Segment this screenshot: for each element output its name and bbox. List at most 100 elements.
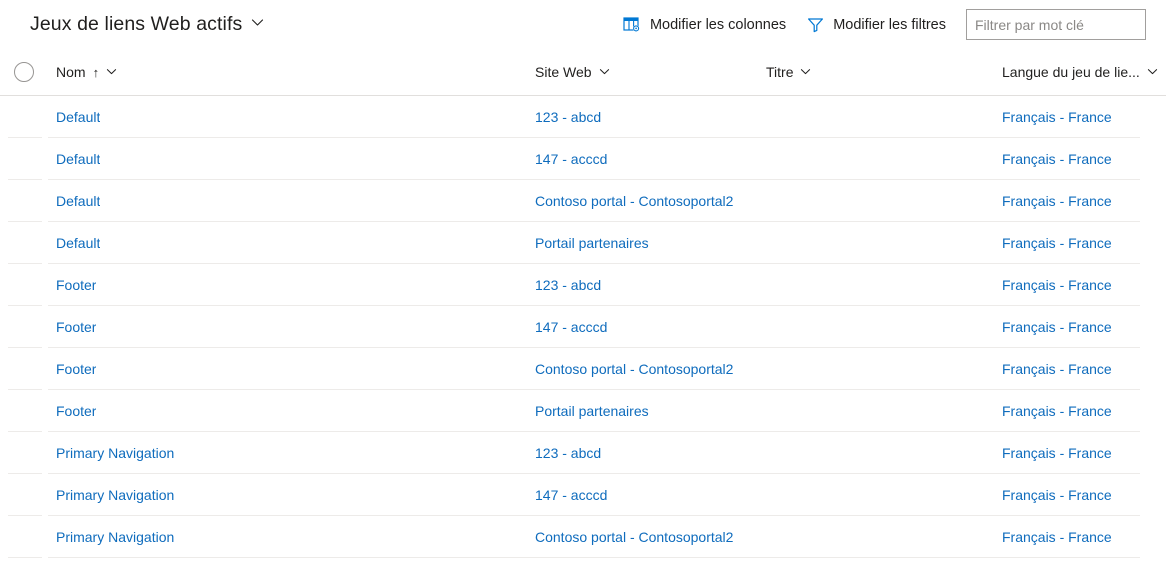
cell-nom-link[interactable]: Footer [56,403,96,419]
cell-langue: Français - France [994,432,1166,474]
cell-site-web-link[interactable]: 123 - abcd [535,109,601,125]
cell-nom-link[interactable]: Default [56,235,100,251]
table-row[interactable]: Default Portail partenaires Français - Fra… [0,222,1166,264]
column-header-langue-label: Langue du jeu de lie... [1002,64,1140,80]
cell-langue-link[interactable]: Français - France [1002,445,1112,461]
cell-nom: Default [48,96,527,138]
edit-columns-button[interactable]: Modifier les colonnes [613,6,796,44]
cell-site-web-link[interactable]: Contoso portal - Contosoportal2 [535,529,733,545]
cell-site-web-link[interactable]: Portail partenaires [535,235,649,251]
cell-site-web-link[interactable]: 147 - acccd [535,487,607,503]
page-title: Jeux de liens Web actifs [30,13,243,35]
edit-filters-button[interactable]: Modifier les filtres [796,6,956,44]
cell-nom-link[interactable]: Default [56,109,100,125]
cell-nom-link[interactable]: Default [56,151,100,167]
cell-langue-link[interactable]: Français - France [1002,361,1112,377]
table-row[interactable]: Footer Portail partenaires Français - Fran… [0,390,1166,432]
column-header-titre-label: Titre [766,64,794,80]
search-input[interactable] [966,9,1146,40]
cell-langue: Français - France [994,306,1166,348]
command-toolbar: Modifier les colonnes Modifier les filtr… [613,6,1154,44]
cell-titre [758,180,994,222]
table-row[interactable]: Default Contoso portal - Contosoportal2 Fr… [0,180,1166,222]
cell-langue: Français - France [994,348,1166,390]
cell-nom: Primary Navigation [48,474,527,516]
chevron-down-icon[interactable] [800,64,811,80]
cell-site-web: Contoso portal - Contosoportal2 [527,348,758,390]
column-header-titre[interactable]: Titre [758,49,994,95]
cell-langue: Français - France [994,390,1166,432]
cell-titre [758,516,994,558]
grid-body: Default 123 - abcd Français - France Defaul… [0,96,1166,558]
table-row[interactable]: Primary Navigation Contoso portal - Conto… [0,516,1166,558]
cell-nom: Primary Navigation [48,432,527,474]
cell-langue-link[interactable]: Français - France [1002,277,1112,293]
column-header-nom-label: Nom [56,64,86,80]
cell-nom: Footer [48,306,527,348]
cell-langue: Français - France [994,180,1166,222]
cell-nom: Footer [48,348,527,390]
cell-langue-link[interactable]: Français - France [1002,529,1112,545]
cell-titre [758,138,994,180]
sort-ascending-arrow: ↑ [92,64,100,80]
cell-titre [758,390,994,432]
cell-nom-link[interactable]: Footer [56,361,96,377]
table-row[interactable]: Primary Navigation 147 - acccd Français - … [0,474,1166,516]
table-row[interactable]: Default 147 - acccd Français - France [0,138,1166,180]
table-row[interactable]: Footer Contoso portal - Contosoportal2 Fra… [0,348,1166,390]
cell-site-web-link[interactable]: Contoso portal - Contosoportal2 [535,361,733,377]
cell-langue-link[interactable]: Français - France [1002,109,1112,125]
table-row[interactable]: Footer 147 - acccd Français - France [0,306,1166,348]
table-row[interactable]: Default 123 - abcd Français - France [0,96,1166,138]
page-title-dropdown[interactable]: Jeux de liens Web actifs [30,13,264,36]
column-header-site-web-label: Site Web [535,64,592,80]
cell-titre [758,348,994,390]
chevron-down-icon[interactable] [1147,64,1158,80]
cell-titre [758,474,994,516]
cell-langue-link[interactable]: Français - France [1002,319,1112,335]
cell-site-web: Contoso portal - Contosoportal2 [527,180,758,222]
cell-site-web: 123 - abcd [527,432,758,474]
cell-langue-link[interactable]: Français - France [1002,151,1112,167]
table-row[interactable]: Footer 123 - abcd Français - France [0,264,1166,306]
cell-titre [758,264,994,306]
select-all-cell [0,62,48,82]
cell-nom-link[interactable]: Default [56,193,100,209]
cell-site-web: 147 - acccd [527,474,758,516]
column-header-langue[interactable]: Langue du jeu de lie... [994,49,1166,95]
column-header-nom[interactable]: Nom ↑ [48,49,527,95]
chevron-down-icon[interactable] [106,64,117,80]
cell-nom: Footer [48,264,527,306]
cell-nom-link[interactable]: Primary Navigation [56,445,174,461]
select-all-circle-icon[interactable] [14,62,34,82]
cell-site-web: 147 - acccd [527,138,758,180]
cell-langue-link[interactable]: Français - France [1002,235,1112,251]
cell-site-web-link[interactable]: 147 - acccd [535,151,607,167]
edit-columns-label: Modifier les colonnes [649,16,787,33]
cell-site-web: 123 - abcd [527,96,758,138]
cell-langue-link[interactable]: Français - France [1002,193,1112,209]
edit-filters-label: Modifier les filtres [833,16,946,33]
grid-header-row: Nom ↑ Site Web Titre Langue du jeu de li… [0,49,1166,96]
search-box[interactable] [966,9,1146,40]
cell-site-web-link[interactable]: Portail partenaires [535,403,649,419]
cell-titre [758,306,994,348]
cell-nom-link[interactable]: Footer [56,319,96,335]
cell-site-web-link[interactable]: 123 - abcd [535,277,601,293]
cell-nom-link[interactable]: Primary Navigation [56,529,174,545]
cell-titre [758,222,994,264]
cell-nom-link[interactable]: Footer [56,277,96,293]
cell-site-web: Portail partenaires [527,222,758,264]
table-row[interactable]: Primary Navigation 123 - abcd Français - F… [0,432,1166,474]
cell-langue-link[interactable]: Français - France [1002,487,1112,503]
filter-icon [806,16,824,34]
cell-site-web-link[interactable]: 123 - abcd [535,445,601,461]
cell-nom-link[interactable]: Primary Navigation [56,487,174,503]
chevron-down-icon[interactable] [599,64,610,80]
cell-site-web-link[interactable]: 147 - acccd [535,319,607,335]
column-header-site-web[interactable]: Site Web [527,49,758,95]
cell-langue-link[interactable]: Français - France [1002,403,1112,419]
cell-langue: Français - France [994,96,1166,138]
chevron-down-icon[interactable] [251,16,264,34]
cell-site-web-link[interactable]: Contoso portal - Contosoportal2 [535,193,733,209]
